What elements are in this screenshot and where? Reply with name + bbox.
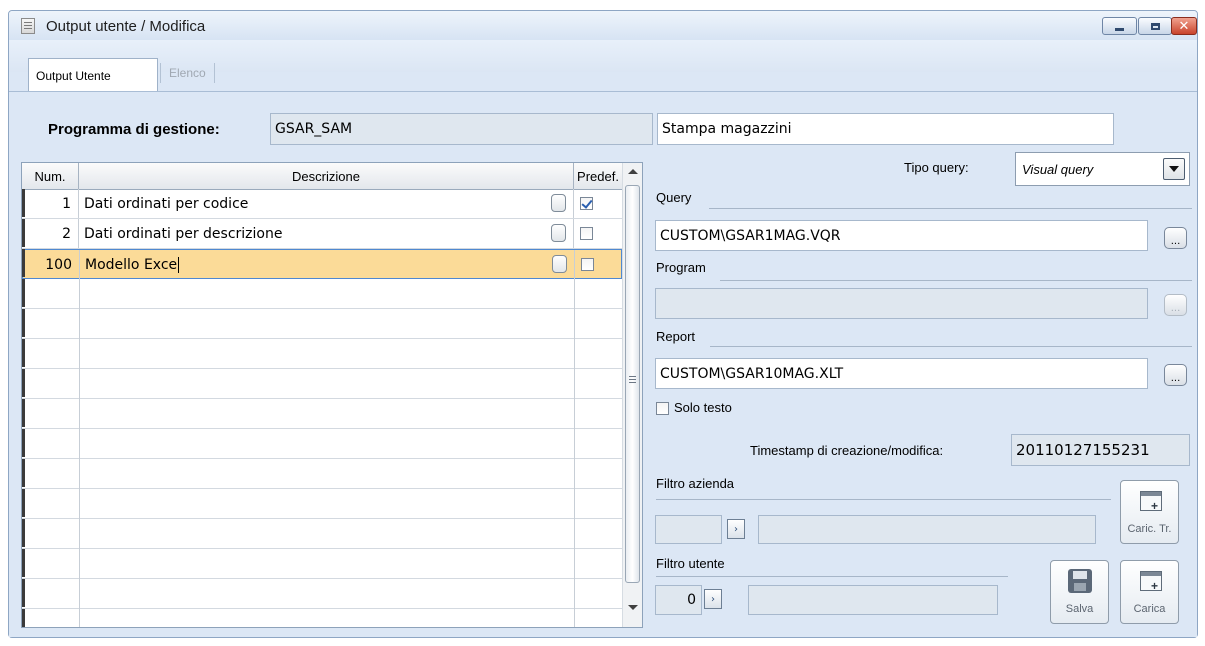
- query-label: Query: [656, 190, 692, 205]
- column-header-num[interactable]: Num.: [22, 163, 79, 189]
- tipo-query-select[interactable]: Visual query: [1015, 152, 1190, 186]
- grip-icon: [629, 376, 636, 383]
- tab-output-utente[interactable]: Output Utente: [28, 58, 158, 92]
- tipo-query-label: Tipo query:: [904, 160, 969, 175]
- text-cursor: [178, 256, 180, 273]
- salva-label: Salva: [1065, 603, 1094, 615]
- empty-grid-rows: [22, 279, 622, 627]
- close-button[interactable]: ✕: [1171, 17, 1197, 35]
- tipo-query-value: Visual query: [1022, 162, 1094, 177]
- save-disk-icon: [1068, 569, 1092, 593]
- filtro-utente-description-field[interactable]: [748, 585, 998, 615]
- query-separator: [709, 208, 1192, 209]
- solo-testo-label: Solo testo: [674, 400, 732, 415]
- minimize-icon: [1115, 27, 1124, 31]
- predef-cell: [575, 250, 623, 279]
- output-grid: Num. Descrizione Predef. 1 Dati ordinati…: [21, 162, 643, 628]
- query-browse-button[interactable]: ...: [1164, 227, 1187, 249]
- filtro-azienda-separator: [656, 499, 1111, 500]
- salva-button[interactable]: Salva: [1050, 560, 1109, 624]
- row-num: 1: [22, 189, 79, 218]
- filtro-azienda-description-field[interactable]: [758, 515, 1096, 544]
- program-browse-button[interactable]: ...: [1164, 294, 1187, 316]
- carica-label: Carica: [1133, 603, 1166, 615]
- grid-header: Num. Descrizione Predef.: [22, 163, 622, 190]
- program-separator: [720, 280, 1192, 281]
- scroll-down-icon[interactable]: [628, 605, 638, 610]
- title-bar[interactable]: Output utente / Modifica ✕: [9, 11, 1197, 41]
- app-icon: [21, 18, 35, 34]
- chevron-down-icon: [1169, 166, 1179, 172]
- chevron-right-icon: ›: [711, 593, 715, 605]
- zoom-button[interactable]: [551, 194, 566, 212]
- table-row-selected[interactable]: 100 Modello Exce: [22, 249, 622, 279]
- row-description-editing[interactable]: Modello Exce: [80, 250, 575, 279]
- predef-checkbox[interactable]: [581, 258, 594, 271]
- report-label: Report: [656, 329, 696, 344]
- timestamp-field[interactable]: 20110127155231: [1011, 434, 1190, 466]
- restore-button[interactable]: [1138, 17, 1172, 35]
- caric-tr-label: Caric. Tr.: [1127, 523, 1172, 535]
- row-num: 100: [23, 250, 80, 279]
- zoom-button[interactable]: [551, 224, 566, 242]
- filtro-utente-separator: [656, 576, 1008, 577]
- filtro-utente-code-field[interactable]: 0: [655, 585, 702, 615]
- program-label: Program: [656, 260, 706, 275]
- grid-scrollbar[interactable]: [622, 163, 642, 627]
- close-icon: ✕: [1178, 18, 1190, 34]
- predef-checkbox[interactable]: [580, 197, 593, 210]
- filtro-utente-link-button[interactable]: ›: [704, 589, 722, 609]
- programma-description-field[interactable]: Stampa magazzini: [657, 113, 1114, 145]
- table-row[interactable]: 2 Dati ordinati per descrizione: [22, 219, 622, 249]
- program-field[interactable]: [655, 288, 1148, 319]
- filtro-azienda-link-button[interactable]: ›: [727, 519, 745, 539]
- restore-icon: [1150, 22, 1160, 30]
- programma-label: Programma di gestione:: [48, 121, 220, 138]
- chevron-right-icon: ›: [734, 523, 738, 535]
- report-browse-button[interactable]: ...: [1164, 364, 1187, 386]
- programma-field[interactable]: GSAR_SAM: [270, 113, 653, 145]
- report-field[interactable]: CUSTOM\GSAR10MAG.XLT: [655, 358, 1148, 389]
- dropdown-button[interactable]: [1163, 158, 1185, 180]
- scroll-thumb[interactable]: [625, 185, 640, 583]
- solo-testo-checkbox[interactable]: [656, 402, 669, 415]
- timestamp-label: Timestamp di creazione/modifica:: [750, 443, 944, 458]
- column-header-predef[interactable]: Predef.: [574, 163, 622, 189]
- report-separator: [710, 346, 1192, 347]
- window-add-icon: +: [1140, 491, 1162, 512]
- column-header-descrizione[interactable]: Descrizione: [79, 163, 574, 189]
- row-description[interactable]: Dati ordinati per descrizione: [79, 219, 574, 248]
- window-title: Output utente / Modifica: [46, 18, 206, 35]
- filtro-azienda-label: Filtro azienda: [656, 476, 735, 491]
- table-row[interactable]: 1 Dati ordinati per codice: [22, 189, 622, 219]
- filtro-azienda-code-field[interactable]: [655, 515, 722, 544]
- scroll-up-icon[interactable]: [628, 169, 638, 174]
- grid-column-line: [79, 279, 80, 627]
- carica-button[interactable]: + Carica: [1120, 560, 1179, 624]
- window-add-icon: +: [1140, 571, 1162, 592]
- query-field[interactable]: CUSTOM\GSAR1MAG.VQR: [655, 220, 1148, 251]
- predef-cell: [574, 189, 622, 218]
- row-indicator-strip: [22, 189, 25, 627]
- row-num: 2: [22, 219, 79, 248]
- predef-cell: [574, 219, 622, 248]
- caric-tr-button[interactable]: + Caric. Tr.: [1120, 480, 1179, 544]
- filtro-utente-label: Filtro utente: [656, 556, 725, 571]
- row-description[interactable]: Dati ordinati per codice: [79, 189, 574, 218]
- tab-elenco[interactable]: Elenco: [160, 63, 215, 83]
- zoom-button[interactable]: [552, 255, 567, 273]
- tab-divider: [9, 91, 1197, 92]
- grid-column-line: [574, 279, 575, 627]
- predef-checkbox[interactable]: [580, 227, 593, 240]
- minimize-button[interactable]: [1102, 17, 1137, 35]
